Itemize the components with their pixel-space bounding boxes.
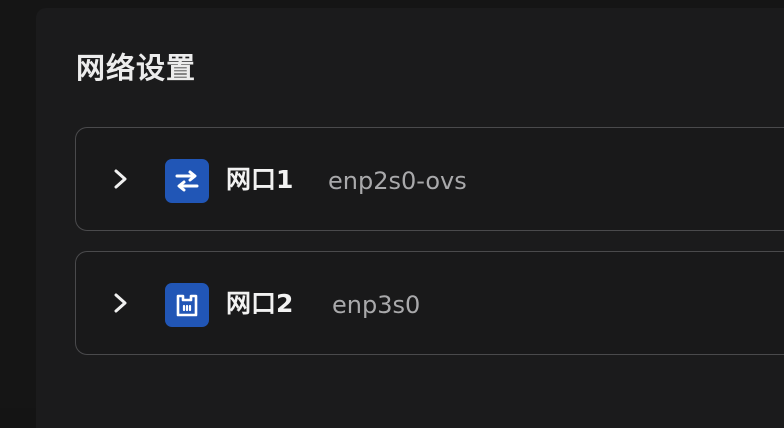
interface-row-2[interactable]: 网口2 enp3s0	[75, 251, 784, 355]
interface-device-name: enp3s0	[332, 291, 421, 319]
ethernet-port-icon	[165, 283, 209, 327]
network-settings-panel: 网络设置 网口1 enp2s0-ovs 网口2 enp3s0	[36, 8, 784, 428]
page-background: 网络设置 网口1 enp2s0-ovs 网口2 enp3s0	[0, 0, 784, 428]
bidirectional-arrows-icon	[165, 159, 209, 203]
chevron-right-icon[interactable]	[112, 292, 130, 314]
interface-device-name: enp2s0-ovs	[328, 167, 467, 195]
interface-label: 网口2	[226, 289, 294, 318]
interface-label: 网口1	[226, 165, 294, 194]
section-title: 网络设置	[76, 51, 197, 85]
interface-row-1[interactable]: 网口1 enp2s0-ovs	[75, 127, 784, 231]
chevron-right-icon[interactable]	[112, 168, 130, 190]
